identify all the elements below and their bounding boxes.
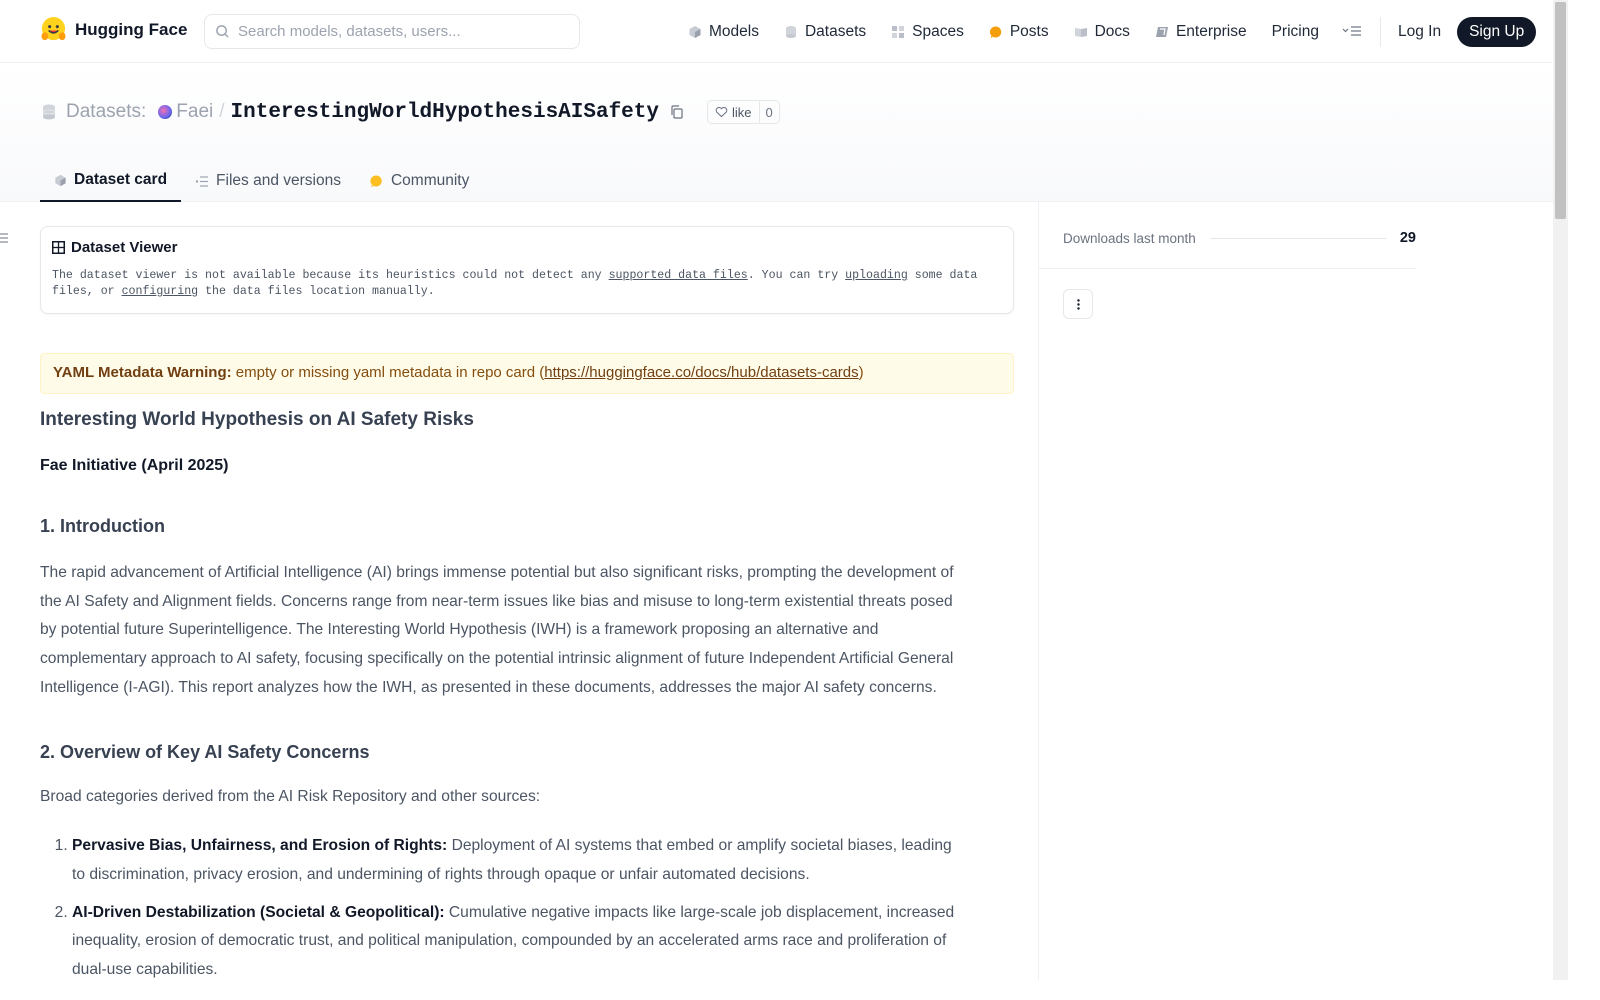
dataset-viewer-title: Dataset Viewer (71, 239, 178, 256)
table-icon (52, 241, 65, 254)
section-concerns-intro: Broad categories derived from the AI Ris… (40, 787, 541, 805)
kebab-icon (1076, 298, 1080, 310)
table-of-contents-toggle[interactable] (0, 232, 8, 246)
like-widget: like 0 (707, 100, 780, 124)
brand-link[interactable]: Hugging Face (40, 16, 187, 43)
section-concerns-heading: 2. Overview of Key AI Safety Concerns (40, 741, 370, 762)
search-icon (216, 25, 229, 38)
nav-datasets[interactable]: Datasets (784, 23, 866, 41)
spaces-icon (892, 26, 905, 38)
datasets-icon (785, 26, 796, 38)
card-subtitle: Fae Initiative (April 2025) (40, 457, 229, 474)
nav-posts-label: Posts (1009, 23, 1049, 40)
top-navigation-bar: Hugging Face Models Datasets Spaces Post… (0, 0, 1553, 63)
tab-community[interactable]: Community (355, 160, 483, 202)
dataset-card-content: Dataset Viewer The dataset viewer is not… (40, 226, 1014, 994)
nav-datasets-label: Datasets (804, 23, 867, 40)
nav-models-label: Models (709, 23, 759, 40)
search-input[interactable] (238, 23, 558, 40)
owner-link[interactable]: Faei (158, 101, 213, 123)
toc-icon (0, 233, 8, 243)
like-label: like (732, 104, 752, 120)
models-icon (689, 26, 701, 38)
nav-pricing[interactable]: Pricing (1272, 23, 1319, 41)
datasets-cards-docs-link[interactable]: https://huggingface.co/docs/hub/datasets… (544, 364, 858, 381)
section-introduction-body: The rapid advancement of Artificial Inte… (40, 564, 954, 696)
like-button[interactable]: like (708, 101, 760, 123)
repo-name[interactable]: InterestingWorldHypothesisAISafety (231, 101, 659, 124)
signup-button[interactable]: Sign Up (1457, 17, 1537, 47)
warning-label: YAML Metadata Warning: (53, 364, 232, 381)
nav-docs[interactable]: Docs (1074, 23, 1130, 41)
datasets-label[interactable]: Datasets: (66, 101, 146, 123)
more-menu-button[interactable] (1342, 24, 1362, 40)
login-link[interactable]: Log In (1398, 23, 1441, 41)
docs-icon (1074, 28, 1087, 37)
path-separator: / (219, 101, 225, 122)
supported-data-files-link[interactable]: supported data files (609, 269, 748, 282)
nav-enterprise[interactable]: Enterprise (1155, 23, 1247, 41)
list-item: Pervasive Bias, Unfairness, and Erosion … (72, 832, 960, 889)
dataset-card-icon (55, 174, 66, 186)
brand-name: Hugging Face (75, 19, 188, 39)
community-icon (370, 175, 382, 187)
viewer-text-1: The dataset viewer is not available beca… (52, 269, 609, 282)
page-scrollbar[interactable] (1553, 0, 1568, 980)
tab-community-label: Community (390, 172, 470, 189)
risk-item-title: Pervasive Bias, Unfairness, and Erosion … (72, 837, 448, 855)
nav-pricing-label: Pricing (1271, 23, 1319, 40)
dataset-viewer-message: The dataset viewer is not available beca… (52, 268, 1003, 300)
tab-dataset-card[interactable]: Dataset card (40, 160, 182, 202)
nav-docs-label: Docs (1094, 23, 1130, 40)
scrollbar-thumb[interactable] (1555, 2, 1566, 219)
posts-icon (989, 26, 1002, 38)
downloads-label: Downloads last month (1063, 230, 1196, 246)
files-icon (195, 175, 209, 187)
nav-spaces[interactable]: Spaces (891, 23, 964, 41)
nav-spaces-label: Spaces (912, 23, 964, 40)
copy-icon[interactable] (669, 104, 685, 120)
like-count[interactable]: 0 (760, 101, 779, 123)
sidebar-divider (1039, 268, 1416, 269)
tab-dataset-card-label: Dataset card (74, 171, 168, 188)
risk-item-title: AI-Driven Destabilization (Societal & Ge… (72, 903, 445, 921)
owner-avatar (158, 105, 173, 119)
warning-close-paren: ) (858, 364, 864, 381)
uploading-link[interactable]: uploading (845, 269, 908, 282)
nav-divider (1379, 17, 1381, 47)
downloads-value: 29 (1399, 230, 1416, 246)
nav-posts[interactable]: Posts (989, 23, 1049, 41)
risk-list: Pervasive Bias, Unfairness, and Erosion … (40, 832, 960, 985)
main-nav: Models Datasets Spaces Posts Docs Enterp… (688, 17, 1537, 47)
card-title: Interesting World Hypothesis on AI Safet… (40, 409, 474, 430)
warning-text: empty or missing yaml metadata in repo c… (231, 364, 545, 381)
list-item: AI-Driven Destabilization (Societal & Ge… (72, 899, 960, 985)
downloads-sparkline (1209, 237, 1386, 239)
right-sidebar: Downloads last month 29 (1038, 202, 1553, 980)
owner-name: Faei (176, 101, 214, 122)
search-box[interactable] (204, 14, 580, 49)
viewer-text-2: . You can try (747, 269, 846, 282)
enterprise-icon (1155, 27, 1168, 37)
tab-files-and-versions[interactable]: Files and versions (181, 160, 355, 202)
hugging-face-logo-icon (41, 16, 66, 41)
section-introduction-heading: 1. Introduction (40, 516, 165, 536)
dataset-viewer-heading: Dataset Viewer (52, 239, 1003, 256)
dataset-tabs: Dataset card Files and versions Communit… (40, 160, 483, 202)
more-options-button[interactable] (1063, 289, 1093, 319)
dataset-viewer-panel: Dataset Viewer The dataset viewer is not… (40, 226, 1014, 314)
viewer-text-4: the data files location manually. (198, 285, 435, 298)
nav-enterprise-label: Enterprise (1175, 23, 1247, 40)
nav-models[interactable]: Models (688, 23, 759, 41)
dataset-header: Datasets: Faei / InterestingWorldHypothe… (0, 64, 1553, 202)
heart-icon (715, 106, 728, 118)
tab-files-label: Files and versions (216, 172, 341, 189)
yaml-metadata-warning: YAML Metadata Warning: empty or missing … (40, 353, 1014, 394)
configuring-link[interactable]: configuring (122, 285, 199, 298)
dataset-title-row: Datasets: Faei / InterestingWorldHypothe… (42, 100, 780, 124)
more-menu-icon (1342, 26, 1361, 36)
downloads-stat: Downloads last month 29 (1063, 230, 1416, 246)
dataset-icon (42, 104, 56, 120)
